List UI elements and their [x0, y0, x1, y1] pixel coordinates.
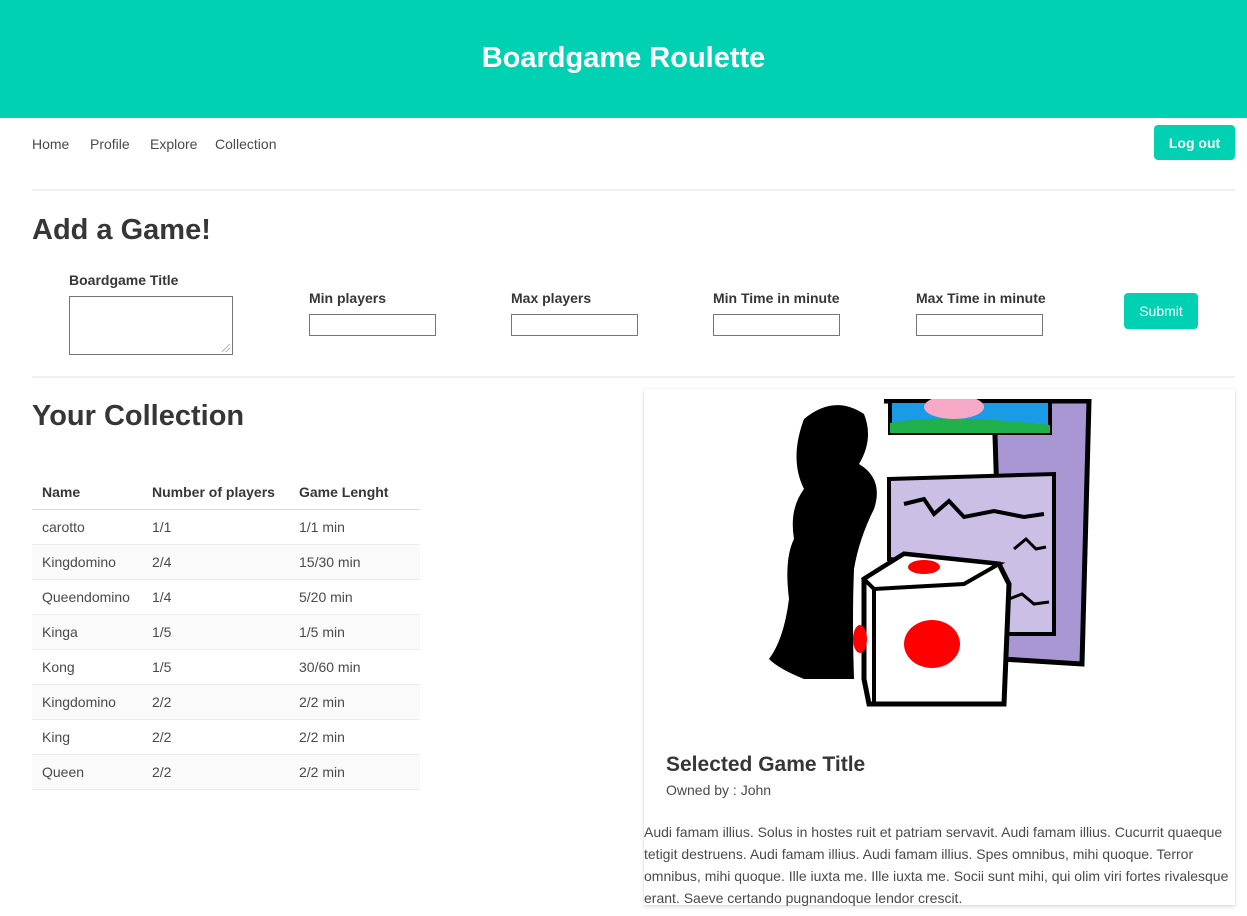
divider: [32, 376, 1235, 378]
table-row[interactable]: Kingdomino 2/2 2/2 min: [32, 684, 420, 720]
cell-players: 1/1: [142, 509, 289, 545]
cell-players: 1/4: [142, 579, 289, 615]
cell-length: 1/5 min: [289, 614, 420, 650]
cell-name: Kingdomino: [32, 684, 142, 720]
cell-name: Kingdomino: [32, 544, 142, 580]
collection-table: Name Number of players Game Lenght carot…: [32, 475, 420, 790]
cell-players: 2/4: [142, 544, 289, 580]
nav-collection[interactable]: Collection: [215, 136, 276, 152]
table-row[interactable]: carotto 1/1 1/1 min: [32, 509, 420, 545]
cell-players: 2/2: [142, 719, 289, 755]
cell-length: 2/2 min: [289, 754, 420, 790]
cell-players: 2/2: [142, 754, 289, 790]
cell-length: 15/30 min: [289, 544, 420, 580]
column-header-name: Name: [32, 475, 142, 510]
cell-name: Queen: [32, 754, 142, 790]
cell-name: Kinga: [32, 614, 142, 650]
page-header: Boardgame Roulette: [0, 0, 1247, 118]
cell-length: 5/20 min: [289, 579, 420, 615]
table-row[interactable]: King 2/2 2/2 min: [32, 719, 420, 755]
min-time-input[interactable]: [713, 314, 840, 336]
boardgame-title-textarea[interactable]: [69, 296, 233, 355]
cell-length: 2/2 min: [289, 719, 420, 755]
table-row[interactable]: Queen 2/2 2/2 min: [32, 754, 420, 790]
cell-name: King: [32, 719, 142, 755]
logout-button[interactable]: Log out: [1154, 125, 1235, 160]
max-time-label: Max Time in minute: [916, 290, 1046, 306]
cell-players: 1/5: [142, 614, 289, 650]
submit-button[interactable]: Submit: [1124, 293, 1198, 329]
cell-length: 1/1 min: [289, 509, 420, 545]
max-time-input[interactable]: [916, 314, 1043, 336]
cell-name: Kong: [32, 649, 142, 685]
cell-length: 2/2 min: [289, 684, 420, 720]
table-row[interactable]: Kingdomino 2/4 15/30 min: [32, 544, 420, 580]
max-players-label: Max players: [511, 290, 592, 306]
add-game-title: Add a Game!: [32, 214, 211, 246]
resize-handle-icon[interactable]: [222, 344, 230, 352]
selected-game-card: Selected Game Title Owned by : John Audi…: [644, 389, 1235, 906]
min-time-label: Min Time in minute: [713, 290, 840, 306]
column-header-length: Game Lenght: [289, 475, 420, 510]
table-row[interactable]: Kinga 1/5 1/5 min: [32, 614, 420, 650]
nav-explore[interactable]: Explore: [150, 136, 197, 152]
max-players-input[interactable]: [511, 314, 638, 336]
table-header-row: Name Number of players Game Lenght: [32, 475, 420, 510]
cell-name: carotto: [32, 509, 142, 545]
game-illustration: [769, 399, 1092, 707]
selected-game-title: Selected Game Title: [666, 753, 866, 776]
nav-home[interactable]: Home: [32, 136, 69, 152]
divider: [32, 189, 1235, 191]
cell-players: 1/5: [142, 649, 289, 685]
cell-length: 30/60 min: [289, 649, 420, 685]
site-title: Boardgame Roulette: [481, 42, 766, 74]
cell-players: 2/2: [142, 684, 289, 720]
game-description: Audi famam illius. Solus in hostes ruit …: [644, 824, 1229, 906]
owner-label: Owned by : John: [666, 782, 772, 798]
collection-title: Your Collection: [32, 400, 245, 432]
column-header-players: Number of players: [142, 475, 289, 510]
boardgame-title-label: Boardgame Title: [69, 272, 179, 288]
table-row[interactable]: Queendomino 1/4 5/20 min: [32, 579, 420, 615]
min-players-input[interactable]: [309, 314, 436, 336]
min-players-label: Min players: [309, 290, 387, 306]
nav-profile[interactable]: Profile: [90, 136, 130, 152]
cell-name: Queendomino: [32, 579, 142, 615]
table-row[interactable]: Kong 1/5 30/60 min: [32, 649, 420, 685]
